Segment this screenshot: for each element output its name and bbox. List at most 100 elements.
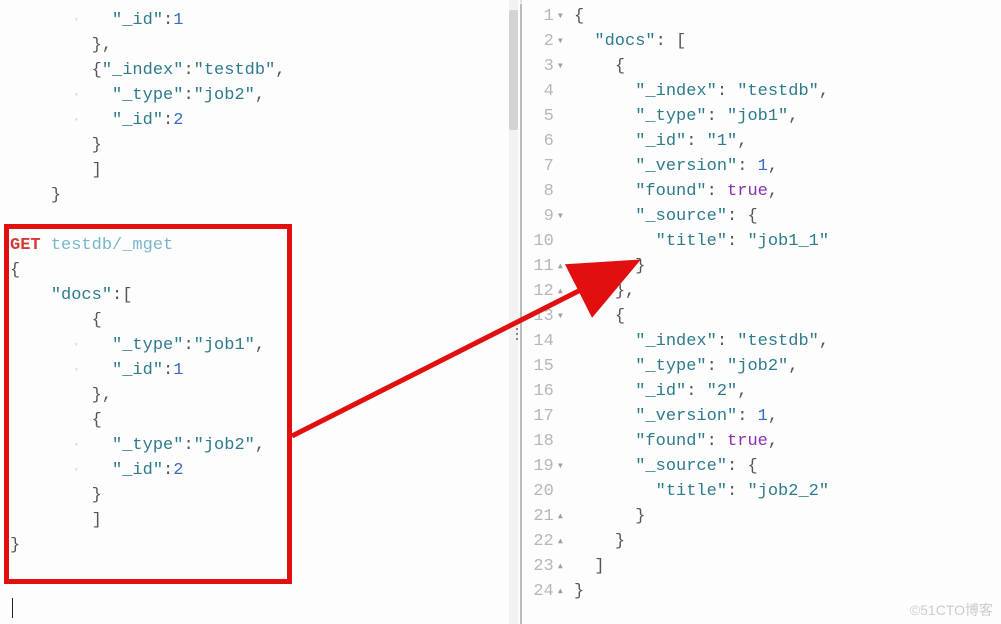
code-line[interactable]: "title": "job1_1" — [574, 229, 1001, 254]
fold-icon[interactable] — [557, 429, 564, 454]
code-line[interactable]: "_version": 1, — [574, 154, 1001, 179]
line-number: 20 — [522, 479, 564, 504]
line-number: 4 — [522, 79, 564, 104]
code-line[interactable]: · "_type":"job2", — [10, 83, 520, 108]
blank-line[interactable] — [10, 208, 520, 233]
line-number: 16 — [522, 379, 564, 404]
text-cursor — [12, 598, 13, 618]
fold-icon[interactable]: ▴ — [557, 579, 564, 604]
code-line[interactable]: }, — [574, 279, 1001, 304]
code-line[interactable]: { — [10, 408, 520, 433]
code-line[interactable]: "_version": 1, — [574, 404, 1001, 429]
code-line[interactable]: "_type": "job1", — [574, 104, 1001, 129]
code-line[interactable]: ] — [574, 554, 1001, 579]
response-code[interactable]: { "docs": [ { "_index": "testdb", "_type… — [574, 0, 1001, 624]
fold-icon[interactable]: ▴ — [557, 529, 564, 554]
line-number: 7 — [522, 154, 564, 179]
code-line[interactable]: } — [574, 254, 1001, 279]
line-number: 11▴ — [522, 254, 564, 279]
fold-icon[interactable] — [557, 379, 564, 404]
code-line[interactable]: { — [574, 304, 1001, 329]
code-line[interactable]: "docs": [ — [574, 29, 1001, 54]
line-number: 8 — [522, 179, 564, 204]
fold-icon[interactable]: ▴ — [557, 279, 564, 304]
code-line[interactable]: ] — [10, 158, 520, 183]
code-line[interactable]: } — [10, 483, 520, 508]
code-line[interactable]: } — [10, 133, 520, 158]
line-number: 1▾ — [522, 4, 564, 29]
line-number: 14 — [522, 329, 564, 354]
watermark: ©51CTO博客 — [910, 600, 993, 620]
code-line[interactable]: "_index": "testdb", — [574, 79, 1001, 104]
line-number: 13▾ — [522, 304, 564, 329]
fold-icon[interactable] — [557, 179, 564, 204]
code-line[interactable]: "title": "job2_2" — [574, 479, 1001, 504]
code-line[interactable]: ] — [10, 508, 520, 533]
code-line[interactable]: · "_type":"job1", — [10, 333, 520, 358]
code-line[interactable]: } — [10, 183, 520, 208]
fold-icon[interactable] — [557, 79, 564, 104]
fold-icon[interactable]: ▾ — [557, 304, 564, 329]
fold-icon[interactable] — [557, 354, 564, 379]
line-number: 21▴ — [522, 504, 564, 529]
code-line[interactable]: { — [10, 308, 520, 333]
request-editor-code[interactable]: · "_id":1 }, {"_index":"testdb", · "_typ… — [10, 4, 520, 558]
code-line[interactable]: · "_id":1 — [10, 8, 520, 33]
fold-icon[interactable] — [557, 129, 564, 154]
response-viewer-pane: 1▾2▾3▾4 5 6 7 8 9▾10 11▴12▴13▾14 15 16 1… — [522, 0, 1001, 624]
code-line[interactable]: "_type": "job2", — [574, 354, 1001, 379]
fold-icon[interactable]: ▴ — [557, 504, 564, 529]
fold-icon[interactable]: ▾ — [557, 4, 564, 29]
code-line[interactable]: {"_index":"testdb", — [10, 58, 520, 83]
code-line[interactable]: · "_id":1 — [10, 358, 520, 383]
split-handle[interactable] — [514, 280, 520, 340]
code-line[interactable]: { — [574, 4, 1001, 29]
code-line[interactable]: · "_type":"job2", — [10, 433, 520, 458]
fold-icon[interactable] — [557, 404, 564, 429]
line-number-gutter: 1▾2▾3▾4 5 6 7 8 9▾10 11▴12▴13▾14 15 16 1… — [522, 0, 574, 624]
code-line[interactable]: "_index": "testdb", — [574, 329, 1001, 354]
code-line[interactable]: "_source": { — [574, 454, 1001, 479]
line-number: 2▾ — [522, 29, 564, 54]
line-number: 6 — [522, 129, 564, 154]
code-line[interactable]: }, — [10, 383, 520, 408]
fold-icon[interactable] — [557, 154, 564, 179]
code-line[interactable]: "_source": { — [574, 204, 1001, 229]
code-line[interactable]: { — [10, 258, 520, 283]
line-number: 22▴ — [522, 529, 564, 554]
code-line[interactable]: }, — [10, 33, 520, 58]
line-number: 9▾ — [522, 204, 564, 229]
fold-icon[interactable] — [557, 479, 564, 504]
code-line[interactable]: } — [574, 529, 1001, 554]
fold-icon[interactable]: ▾ — [557, 29, 564, 54]
left-scrollbar-thumb[interactable] — [509, 10, 518, 130]
code-line[interactable]: · "_id":2 — [10, 108, 520, 133]
code-line[interactable]: "_id": "1", — [574, 129, 1001, 154]
fold-icon[interactable]: ▾ — [557, 454, 564, 479]
fold-icon[interactable]: ▴ — [557, 254, 564, 279]
code-line[interactable]: { — [574, 54, 1001, 79]
line-number: 3▾ — [522, 54, 564, 79]
fold-icon[interactable] — [557, 329, 564, 354]
code-line[interactable]: } — [10, 533, 520, 558]
fold-icon[interactable]: ▴ — [557, 554, 564, 579]
line-number: 17 — [522, 404, 564, 429]
request-line[interactable]: GET testdb/_mget — [10, 233, 520, 258]
fold-icon[interactable]: ▾ — [557, 54, 564, 79]
line-number: 19▾ — [522, 454, 564, 479]
line-number: 15 — [522, 354, 564, 379]
code-line[interactable]: · "_id":2 — [10, 458, 520, 483]
split-panes: · "_id":1 }, {"_index":"testdb", · "_typ… — [0, 0, 1001, 624]
code-line[interactable]: } — [574, 504, 1001, 529]
fold-icon[interactable] — [557, 104, 564, 129]
fold-icon[interactable]: ▾ — [557, 204, 564, 229]
code-line[interactable]: "_id": "2", — [574, 379, 1001, 404]
fold-icon[interactable] — [557, 229, 564, 254]
code-line[interactable]: "found": true, — [574, 429, 1001, 454]
line-number: 5 — [522, 104, 564, 129]
line-number: 23▴ — [522, 554, 564, 579]
line-number: 10 — [522, 229, 564, 254]
request-editor-pane[interactable]: · "_id":1 }, {"_index":"testdb", · "_typ… — [0, 0, 520, 624]
code-line[interactable]: "found": true, — [574, 179, 1001, 204]
code-line[interactable]: "docs":[ — [10, 283, 520, 308]
